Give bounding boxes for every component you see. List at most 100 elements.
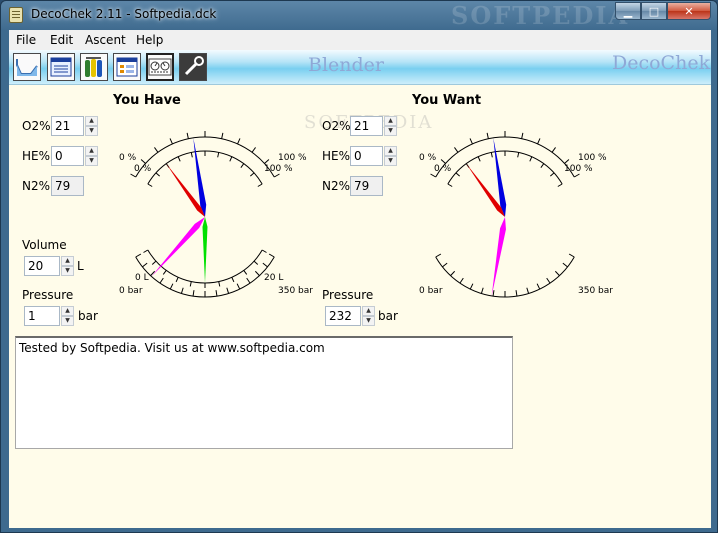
outer-percent-tick <box>454 147 459 153</box>
volume-tick <box>261 249 267 253</box>
notes-textarea[interactable]: Tested by Softpedia. Visit us at www.sof… <box>15 336 513 449</box>
want-he-input[interactable]: 0 <box>350 146 383 166</box>
pressure-needle <box>151 217 205 277</box>
pressure-tick <box>236 283 241 290</box>
spin-up-icon[interactable]: ▲ <box>85 116 98 126</box>
have-pressure-spinner[interactable]: ▲ ▼ <box>61 306 74 326</box>
inner-percent-tick <box>490 152 493 158</box>
have-n2-value: 79 <box>51 176 84 196</box>
volume-spinner[interactable]: ▲ ▼ <box>61 256 74 276</box>
outer-percent-tick <box>469 138 473 145</box>
pressure-tick <box>262 262 268 268</box>
spin-down-icon[interactable]: ▼ <box>61 266 74 276</box>
have-he-label: HE% <box>22 149 51 163</box>
you-have-title: You Have <box>113 93 181 108</box>
outer-percent-tick <box>237 138 241 145</box>
want-o2-input[interactable]: 21 <box>350 116 383 136</box>
spin-down-icon[interactable]: ▼ <box>384 156 397 166</box>
spin-up-icon[interactable]: ▲ <box>384 146 397 156</box>
have-o2-input[interactable]: 21 <box>51 116 84 136</box>
pressure-tick <box>180 287 184 294</box>
spin-up-icon[interactable]: ▲ <box>61 306 74 316</box>
pressure-tick <box>268 253 275 258</box>
inner-percent-tick <box>517 152 520 158</box>
inner-percent-tick <box>455 172 461 177</box>
spin-down-icon[interactable]: ▼ <box>384 126 397 136</box>
pressure-tick <box>254 270 260 276</box>
want-gas-gauge <box>430 131 580 217</box>
pressure-tick <box>526 287 530 294</box>
want-pct-outer-max: 100 % <box>578 153 607 163</box>
have-pressure-input[interactable]: 1 <box>24 306 60 326</box>
inner-percent-tick <box>257 183 263 187</box>
spin-down-icon[interactable]: ▼ <box>362 316 375 326</box>
spin-up-icon[interactable]: ▲ <box>362 306 375 316</box>
outer-percent-tick <box>537 138 541 145</box>
spin-down-icon[interactable]: ▼ <box>85 126 98 136</box>
volume-tick <box>151 260 157 265</box>
app-icon[interactable] <box>9 7 23 23</box>
want-bar-min: 0 bar <box>419 286 443 296</box>
have-pressure-gauge <box>135 217 275 298</box>
pressure-tick <box>226 287 230 294</box>
want-pressure-spinner[interactable]: ▲ ▼ <box>362 306 375 326</box>
spin-up-icon[interactable]: ▲ <box>85 146 98 156</box>
spin-down-icon[interactable]: ▼ <box>61 316 74 326</box>
outer-percent-tick <box>521 132 524 139</box>
have-bar-max: 350 bar <box>278 286 313 296</box>
minimize-button[interactable]: ▁ <box>615 2 641 20</box>
close-icon: ✕ <box>684 4 694 18</box>
want-pressure-label: Pressure <box>322 288 374 302</box>
want-n2-label: N2% <box>322 179 351 193</box>
have-pressure-unit: bar <box>78 309 98 323</box>
have-vol-max: 20 L <box>264 273 283 283</box>
inner-percent-tick <box>477 156 481 162</box>
volume-tick <box>231 277 235 283</box>
pressure-tick <box>536 283 541 290</box>
inner-percent-tick <box>447 183 453 187</box>
have-pressure-label: Pressure <box>22 288 74 302</box>
spin-up-icon[interactable]: ▲ <box>384 116 397 126</box>
pressure-tick <box>480 287 484 294</box>
volume-needle <box>202 217 208 283</box>
pressure-tick <box>159 277 164 284</box>
have-he-spinner[interactable]: ▲ ▼ <box>85 146 98 166</box>
have-he-input[interactable]: 0 <box>51 146 84 166</box>
inner-percent-tick <box>557 183 563 187</box>
inner-percent-tick <box>549 172 555 177</box>
window-title: DecoChek 2.11 - Softpedia.dck <box>31 7 217 21</box>
close-button[interactable]: ✕ <box>667 2 711 20</box>
volume-tick <box>243 270 248 275</box>
pressure-tick <box>192 290 195 297</box>
have-o2-spinner[interactable]: ▲ ▼ <box>85 116 98 136</box>
want-o2-label: O2% <box>322 119 351 133</box>
want-o2-spinner[interactable]: ▲ ▼ <box>384 116 397 136</box>
spin-up-icon[interactable]: ▲ <box>61 256 74 266</box>
inner-percent-tick <box>217 152 220 158</box>
outer-percent-tick <box>169 138 173 145</box>
inner-percent-tick <box>155 172 161 177</box>
pressure-tick <box>562 262 568 268</box>
want-pressure-input[interactable]: 232 <box>325 306 361 326</box>
title-bar[interactable]: DecoChek 2.11 - Softpedia.dck SOFTPEDIA … <box>1 1 717 30</box>
you-want-title: You Want <box>412 93 482 108</box>
have-o2-label: O2% <box>22 119 51 133</box>
outer-percent-tick <box>574 173 580 178</box>
maximize-button[interactable]: □ <box>641 2 667 20</box>
inner-percent-tick <box>240 163 245 168</box>
want-pressure-unit: bar <box>378 309 398 323</box>
spin-down-icon[interactable]: ▼ <box>85 156 98 166</box>
inner-percent-tick <box>190 152 193 158</box>
have-pct-outer-max: 100 % <box>278 153 307 163</box>
want-pct-inner-min: 0 % <box>434 164 452 174</box>
pressure-tick <box>142 262 148 268</box>
volume-input[interactable]: 20 <box>24 256 60 276</box>
have-pct-inner-max: 100 % <box>264 164 293 174</box>
have-n2-label: N2% <box>22 179 51 193</box>
outer-percent-tick <box>551 147 556 153</box>
want-he-spinner[interactable]: ▲ ▼ <box>384 146 397 166</box>
want-pressure-gauge <box>435 217 575 298</box>
have-vol-min: 0 L <box>135 273 149 283</box>
title-watermark: SOFTPEDIA <box>451 1 630 30</box>
outer-percent-tick <box>430 173 436 178</box>
